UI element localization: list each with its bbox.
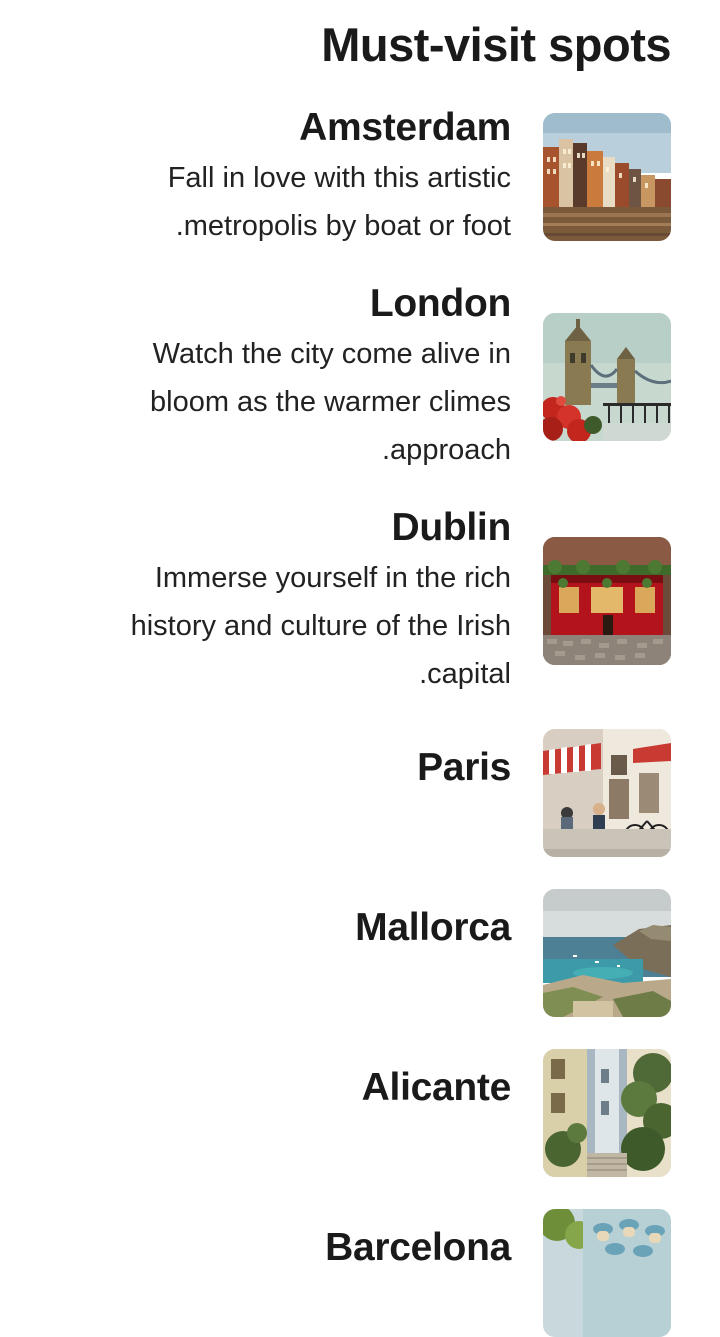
paris-photo[interactable] xyxy=(543,729,671,857)
spot-name: London xyxy=(369,282,511,325)
amsterdam-photo[interactable] xyxy=(543,113,671,241)
spot-name: Amsterdam xyxy=(299,106,511,149)
london-photo[interactable] xyxy=(543,313,671,441)
page-title: Must-visit spots xyxy=(321,18,671,71)
alicante-photo[interactable] xyxy=(543,1049,671,1177)
barcelona-photo[interactable] xyxy=(543,1209,671,1337)
spot-name: Paris xyxy=(417,746,511,789)
spot-description: Fall in love with this artistic .metropo… xyxy=(167,162,511,242)
spot-description: Watch the city come alive in bloom as th… xyxy=(150,338,511,466)
spot-name: Dublin xyxy=(391,506,511,549)
spot-name: Mallorca xyxy=(355,906,511,949)
spot-name: Alicante xyxy=(361,1066,512,1109)
dublin-photo[interactable] xyxy=(543,537,671,665)
spot-description: Immerse yourself in the rich history and… xyxy=(130,562,511,690)
spot-name: Barcelona xyxy=(325,1226,511,1269)
mallorca-photo[interactable] xyxy=(543,889,671,1017)
